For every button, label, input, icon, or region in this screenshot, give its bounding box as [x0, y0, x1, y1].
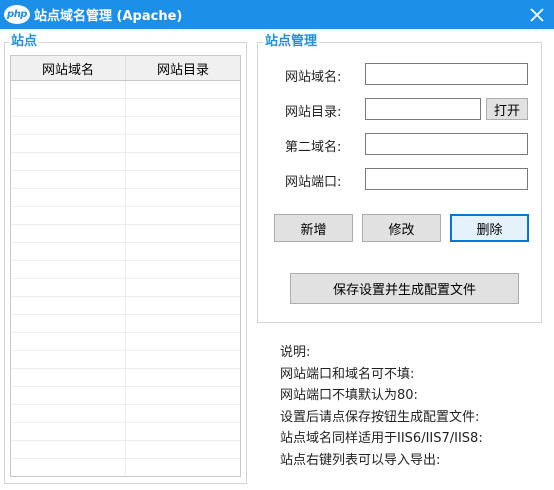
site-domain-cell	[11, 387, 126, 404]
port-input[interactable]	[365, 168, 528, 190]
site-directory-cell	[126, 315, 240, 332]
site-list-row[interactable]	[11, 81, 240, 99]
php-logo-icon: php	[4, 5, 30, 24]
site-list-body[interactable]	[11, 81, 240, 476]
note-line: 站点域名同样适用于IIS6/IIS7/IIS8:	[280, 431, 483, 446]
close-button[interactable]	[520, 0, 554, 29]
site-directory-cell	[126, 81, 240, 98]
site-directory-cell	[126, 405, 240, 422]
note-line: 设置后请点保存按钮生成配置文件:	[280, 409, 480, 425]
site-directory-cell	[126, 351, 240, 368]
site-domain-cell	[11, 297, 126, 314]
site-list-row[interactable]	[11, 387, 240, 405]
site-domain-cell	[11, 261, 126, 278]
site-directory-cell	[126, 261, 240, 278]
site-domain-cell	[11, 405, 126, 422]
notes-title: 说明:	[280, 345, 311, 360]
site-domain-cell	[11, 423, 126, 440]
window-title: 站点域名管理 (Apache)	[34, 9, 183, 24]
directory-input[interactable]	[365, 98, 481, 120]
column-header-directory[interactable]: 网站目录	[126, 56, 240, 80]
site-list-row[interactable]	[11, 153, 240, 171]
site-domain-cell	[11, 189, 126, 206]
site-list-row[interactable]	[11, 297, 240, 315]
save-config-button[interactable]: 保存设置并生成配置文件	[290, 273, 519, 304]
site-list-row[interactable]	[11, 243, 240, 261]
site-directory-cell	[126, 387, 240, 404]
notes-section: 说明: 网站端口和域名可不填: 网站端口不填默认为80: 设置后请点保存按钮生成…	[280, 342, 483, 471]
site-domain-cell	[11, 135, 126, 152]
site-list-row[interactable]	[11, 117, 240, 135]
site-domain-cell	[11, 225, 126, 242]
close-icon	[530, 7, 544, 22]
note-line: 站点右键列表可以导入导出:	[280, 452, 441, 468]
site-domain-cell	[11, 351, 126, 368]
site-domain-cell	[11, 441, 126, 458]
site-directory-cell	[126, 189, 240, 206]
site-list-row[interactable]	[11, 279, 240, 297]
site-domain-cell	[11, 171, 126, 188]
domain-label: 网站域名:	[285, 70, 342, 85]
site-list-row[interactable]	[11, 405, 240, 423]
site-list-row[interactable]	[11, 369, 240, 387]
site-directory-cell	[126, 369, 240, 386]
second-domain-input[interactable]	[365, 133, 528, 155]
port-label: 网站端口:	[285, 175, 342, 190]
site-directory-cell	[126, 171, 240, 188]
site-domain-cell	[11, 279, 126, 296]
column-header-domain[interactable]: 网站域名	[11, 56, 126, 80]
note-line: 网站端口不填默认为80:	[280, 388, 418, 403]
second-domain-label: 第二域名:	[285, 140, 342, 155]
delete-button[interactable]: 删除	[450, 214, 529, 242]
edit-button[interactable]: 修改	[362, 214, 441, 242]
site-domain-cell	[11, 99, 126, 116]
site-list-row[interactable]	[11, 315, 240, 333]
site-list-row[interactable]	[11, 225, 240, 243]
site-directory-cell	[126, 297, 240, 314]
site-directory-cell	[126, 99, 240, 116]
site-directory-cell	[126, 153, 240, 170]
site-list-header: 网站域名 网站目录	[11, 56, 240, 81]
app-icon-text: php	[7, 9, 27, 20]
site-domain-cell	[11, 315, 126, 332]
site-directory-cell	[126, 279, 240, 296]
domain-input[interactable]	[365, 63, 528, 85]
site-directory-cell	[126, 117, 240, 134]
site-list-row[interactable]	[11, 135, 240, 153]
site-domain-cell	[11, 153, 126, 170]
note-line: 网站端口和域名可不填:	[280, 366, 415, 382]
site-directory-cell	[126, 459, 240, 476]
site-domain-cell	[11, 369, 126, 386]
site-list-row[interactable]	[11, 171, 240, 189]
site-directory-cell	[126, 225, 240, 242]
directory-label: 网站目录:	[285, 105, 342, 120]
site-directory-cell	[126, 243, 240, 260]
site-directory-cell	[126, 423, 240, 440]
manage-group-title: 站点管理	[263, 34, 320, 50]
site-list-row[interactable]	[11, 441, 240, 459]
site-directory-cell	[126, 333, 240, 350]
site-directory-cell	[126, 441, 240, 458]
open-directory-button[interactable]: 打开	[486, 98, 528, 120]
site-domain-cell	[11, 81, 126, 98]
site-list-row[interactable]	[11, 99, 240, 117]
site-list-row[interactable]	[11, 261, 240, 279]
site-list-row[interactable]	[11, 207, 240, 225]
site-list-row[interactable]	[11, 459, 240, 476]
site-list-row[interactable]	[11, 423, 240, 441]
site-domain-cell	[11, 459, 126, 476]
site-domain-cell	[11, 243, 126, 260]
site-domain-cell	[11, 117, 126, 134]
site-directory-cell	[126, 207, 240, 224]
site-list-row[interactable]	[11, 351, 240, 369]
site-domain-cell	[11, 333, 126, 350]
site-list[interactable]: 网站域名 网站目录	[10, 55, 241, 477]
site-directory-cell	[126, 135, 240, 152]
site-list-row[interactable]	[11, 333, 240, 351]
site-domain-cell	[11, 207, 126, 224]
title-bar: php 站点域名管理 (Apache)	[0, 0, 554, 29]
site-list-row[interactable]	[11, 189, 240, 207]
sites-group-title: 站点	[9, 34, 40, 50]
add-button[interactable]: 新增	[274, 214, 353, 242]
